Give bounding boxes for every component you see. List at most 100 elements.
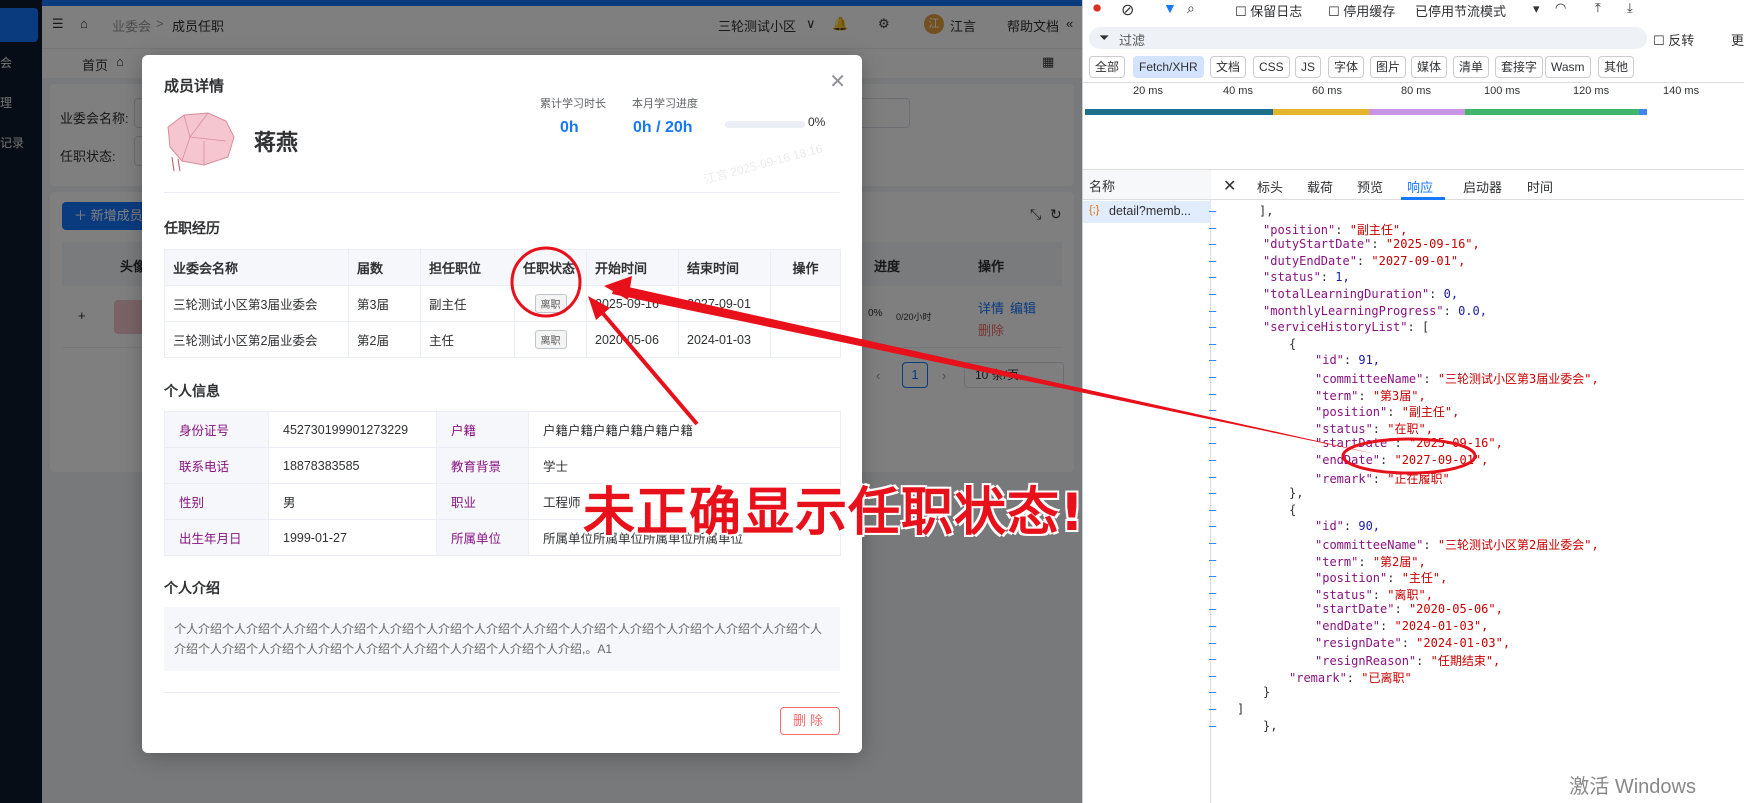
timeline-overview[interactable]: 20 ms 40 ms 60 ms 80 ms 100 ms 120 ms 14…	[1083, 82, 1744, 170]
gutter-mark: –	[1209, 652, 1217, 667]
detail-tabs: ✕ 标头 载荷 预览 响应 启动器 时间	[1211, 170, 1744, 200]
chip-js[interactable]: JS	[1295, 56, 1322, 78]
chip-css[interactable]: CSS	[1253, 56, 1290, 78]
json-key: "status"	[1315, 587, 1373, 602]
response-line: –],	[1209, 204, 1274, 222]
gutter-mark: –	[1209, 220, 1217, 235]
json-value: "任期结束",	[1430, 654, 1501, 669]
json-colon: :	[1343, 519, 1359, 534]
preserve-log-checkbox[interactable]: ☐ 保留日志	[1235, 1, 1302, 20]
response-line: – "status": 1,	[1209, 270, 1350, 288]
divider	[164, 192, 840, 193]
cell-end: 2024-01-03	[678, 321, 771, 358]
invert-label: 反转	[1668, 33, 1695, 48]
gutter-mark: –	[1209, 320, 1217, 335]
gutter-mark: –	[1209, 270, 1217, 285]
json-colon: :	[1372, 587, 1388, 602]
json-colon: :	[1343, 353, 1359, 368]
tab-initiator[interactable]: 启动器	[1463, 177, 1502, 196]
filter-input[interactable]: ⏷ 过滤	[1089, 27, 1647, 49]
tab-response[interactable]: 响应	[1407, 177, 1433, 196]
delete-button[interactable]: 删除	[780, 707, 840, 735]
json-value: "在职",	[1387, 421, 1433, 436]
json-key: "remark"	[1289, 670, 1347, 685]
json-value: "副主任",	[1349, 222, 1408, 237]
personal-section-title: 个人信息	[164, 383, 220, 399]
chip-media[interactable]: 媒体	[1411, 56, 1448, 78]
json-key: "id"	[1315, 353, 1344, 368]
devtools-panel: ⏺ ⊘ ▼ ⌕ ☐ 保留日志 ☐ 停用缓存 已停用节流模式 ▾ ◠ ⤒ ⤓ ⏷ …	[1082, 0, 1744, 803]
json-punct: ]	[1237, 702, 1245, 716]
response-line: – "dutyStartDate": "2025-09-16",	[1209, 237, 1480, 255]
gutter-mark: –	[1209, 668, 1217, 683]
tick: 40 ms	[1223, 85, 1253, 97]
chip-manifest[interactable]: 清单	[1453, 56, 1490, 78]
json-punct: {	[1289, 336, 1297, 351]
chevron-down-icon[interactable]: ▾	[1533, 1, 1540, 17]
table-row: 三轮测试小区第3届业委会 第3届 副主任 离职 2025-09-16 2027-…	[164, 285, 841, 322]
json-key: "resignDate"	[1315, 635, 1402, 650]
gutter-mark: –	[1209, 718, 1217, 733]
download-icon[interactable]: ⤓	[1627, 0, 1633, 16]
json-colon: :	[1429, 287, 1444, 301]
info-value: 18878383585	[268, 447, 437, 484]
member-detail-modal: 成员详情 ✕ 蒋燕 累计学习时长 0h 本月学习进度 0h / 20h 0% 任…	[142, 55, 862, 753]
close-icon[interactable]: ✕	[829, 69, 846, 94]
info-key: 所属单位	[436, 519, 529, 556]
json-key: "status"	[1315, 421, 1373, 436]
chip-fetch-xhr[interactable]: Fetch/XHR	[1133, 56, 1204, 78]
cell-status: 离职	[514, 321, 587, 358]
filter-funnel-icon[interactable]: ▼	[1163, 0, 1177, 16]
json-key: "position"	[1263, 222, 1336, 237]
search-icon[interactable]: ⌕	[1187, 0, 1195, 17]
json-value: "正在履职"	[1387, 471, 1450, 486]
close-icon[interactable]: ✕	[1223, 176, 1236, 196]
gutter-mark: –	[1209, 502, 1217, 517]
info-row: 身份证号 452730199901273229 户籍 户籍户籍户籍户籍户籍户籍	[164, 411, 841, 448]
request-row[interactable]: {;} detail?memb...	[1083, 201, 1211, 223]
json-punct: ],	[1259, 204, 1274, 218]
info-key: 出生年月日	[164, 519, 269, 556]
tick: 80 ms	[1401, 85, 1431, 97]
info-value: 户籍户籍户籍户籍户籍户籍	[528, 411, 841, 448]
info-key: 联系电话	[164, 447, 269, 484]
chip-font[interactable]: 字体	[1328, 56, 1365, 78]
chip-socket[interactable]: 套接字	[1495, 56, 1544, 78]
funnel-icon: ⏷	[1099, 30, 1110, 45]
wifi-icon[interactable]: ◠	[1555, 0, 1566, 16]
info-value: 1999-01-27	[268, 519, 437, 556]
active-tab-indicator	[1401, 197, 1445, 200]
json-colon: :	[1358, 388, 1373, 403]
gutter-mark: –	[1209, 419, 1217, 434]
json-colon: :	[1387, 571, 1402, 586]
more-filters[interactable]: 更	[1731, 30, 1744, 49]
chip-doc[interactable]: 文档	[1210, 56, 1247, 78]
gutter-mark: –	[1209, 253, 1217, 268]
col-position: 担任职位	[420, 249, 515, 286]
gutter-mark: –	[1209, 237, 1217, 252]
upload-icon[interactable]: ⤒	[1595, 0, 1601, 16]
json-colon: :	[1380, 619, 1395, 633]
response-line: –{	[1209, 336, 1297, 355]
clear-icon[interactable]: ⊘	[1121, 0, 1134, 20]
chip-other[interactable]: 其他	[1598, 56, 1635, 78]
throttle-select[interactable]: 已停用节流模式	[1415, 1, 1506, 20]
response-line: – "remark": "已离职"	[1209, 669, 1412, 687]
response-line: – "position": "主任",	[1209, 569, 1448, 587]
chip-img[interactable]: 图片	[1370, 56, 1407, 78]
name-header: 名称	[1083, 170, 1211, 200]
invert-checkbox[interactable]: ☐ 反转	[1653, 30, 1694, 49]
json-value: "2025-09-16",	[1385, 237, 1480, 252]
json-key: "term"	[1315, 554, 1359, 569]
chip-all[interactable]: 全部	[1089, 56, 1126, 78]
progress-bar	[725, 121, 805, 128]
json-value: "主任",	[1401, 571, 1448, 586]
response-line: – "serviceHistoryList": [	[1209, 320, 1429, 338]
tab-timing[interactable]: 时间	[1527, 177, 1553, 196]
chip-wasm[interactable]: Wasm	[1545, 56, 1591, 78]
tab-payload[interactable]: 载荷	[1307, 177, 1333, 196]
record-stop-icon[interactable]: ⏺	[1093, 0, 1101, 18]
tab-headers[interactable]: 标头	[1257, 177, 1283, 196]
tab-preview[interactable]: 预览	[1357, 177, 1383, 196]
disable-cache-checkbox[interactable]: ☐ 停用缓存	[1328, 1, 1395, 20]
